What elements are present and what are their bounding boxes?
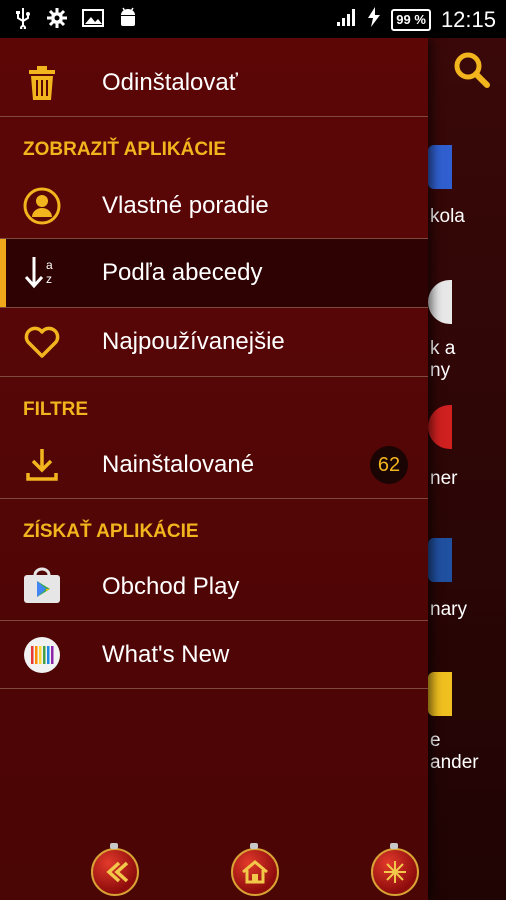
store-item-label: Obchod Play [102,573,240,600]
filter-item-installed[interactable]: Nainštalované 62 [0,431,428,499]
selected-indicator [0,239,6,307]
sort-item-label: Podľa abecedy [102,259,263,286]
app-label: ander [430,752,479,773]
navigation-drawer: Odinštalovať ZOBRAZIŤ APLIKÁCIE Vlastné … [0,38,428,900]
play-store-icon [22,567,62,607]
divider [0,376,428,377]
menu-ornament-button[interactable] [371,843,419,896]
store-item-whats-new[interactable]: What's New [0,621,428,689]
status-bar: 99 % 12:15 [0,0,506,38]
svg-text:z: z [46,272,52,286]
sort-alpha-icon: az [22,253,62,293]
store-item-play-store[interactable]: Obchod Play [0,553,428,621]
uninstall-label: Odinštalovať [102,69,238,96]
download-icon [22,445,62,485]
bottom-bar [0,840,428,900]
store-item-label: What's New [102,641,230,668]
app-label: e [430,730,441,751]
app-label: nary [430,599,467,620]
filter-item-label: Nainštalované [102,451,255,478]
app-icon[interactable] [428,145,452,189]
trash-icon [22,63,62,103]
android-icon [118,7,138,34]
sort-item-custom-order[interactable]: Vlastné poradie [0,172,428,240]
whats-new-icon [22,635,62,675]
count-badge: 62 [370,446,408,484]
svg-text:a: a [46,258,53,272]
divider [0,116,428,117]
uninstall-item[interactable]: Odinštalovať [0,49,428,117]
charging-icon [367,7,381,33]
sort-item-label: Vlastné poradie [102,192,269,219]
sort-item-most-used[interactable]: Najpoužívanejšie [0,308,428,376]
section-header-get-apps: ZÍSKAŤ APLIKÁCIE [23,521,199,542]
app-icon[interactable] [428,538,452,582]
back-ornament-button[interactable] [91,843,139,896]
app-label: kola [430,206,465,227]
signal-icon [335,6,357,34]
usb-icon [14,7,32,34]
section-header-show-apps: ZOBRAZIŤ APLIKÁCIE [23,139,227,160]
home-ornament-button[interactable] [231,843,279,896]
clock: 12:15 [440,7,496,32]
user-circle-icon [22,186,62,226]
battery-indicator: 99 % [391,9,431,31]
app-label: k a [430,338,456,359]
app-icon[interactable] [428,672,452,716]
sort-item-alphabetical[interactable]: az Podľa abecedy [0,239,428,307]
sort-item-label: Najpoužívanejšie [102,328,285,355]
divider [0,688,428,689]
heart-icon [22,322,62,362]
section-header-filters: FILTRE [23,399,89,420]
settings-gear-icon [46,7,68,34]
app-label: ny [430,360,451,381]
app-label: ner [430,468,458,489]
divider [0,498,428,499]
image-icon [82,8,104,33]
search-icon[interactable] [452,50,492,90]
